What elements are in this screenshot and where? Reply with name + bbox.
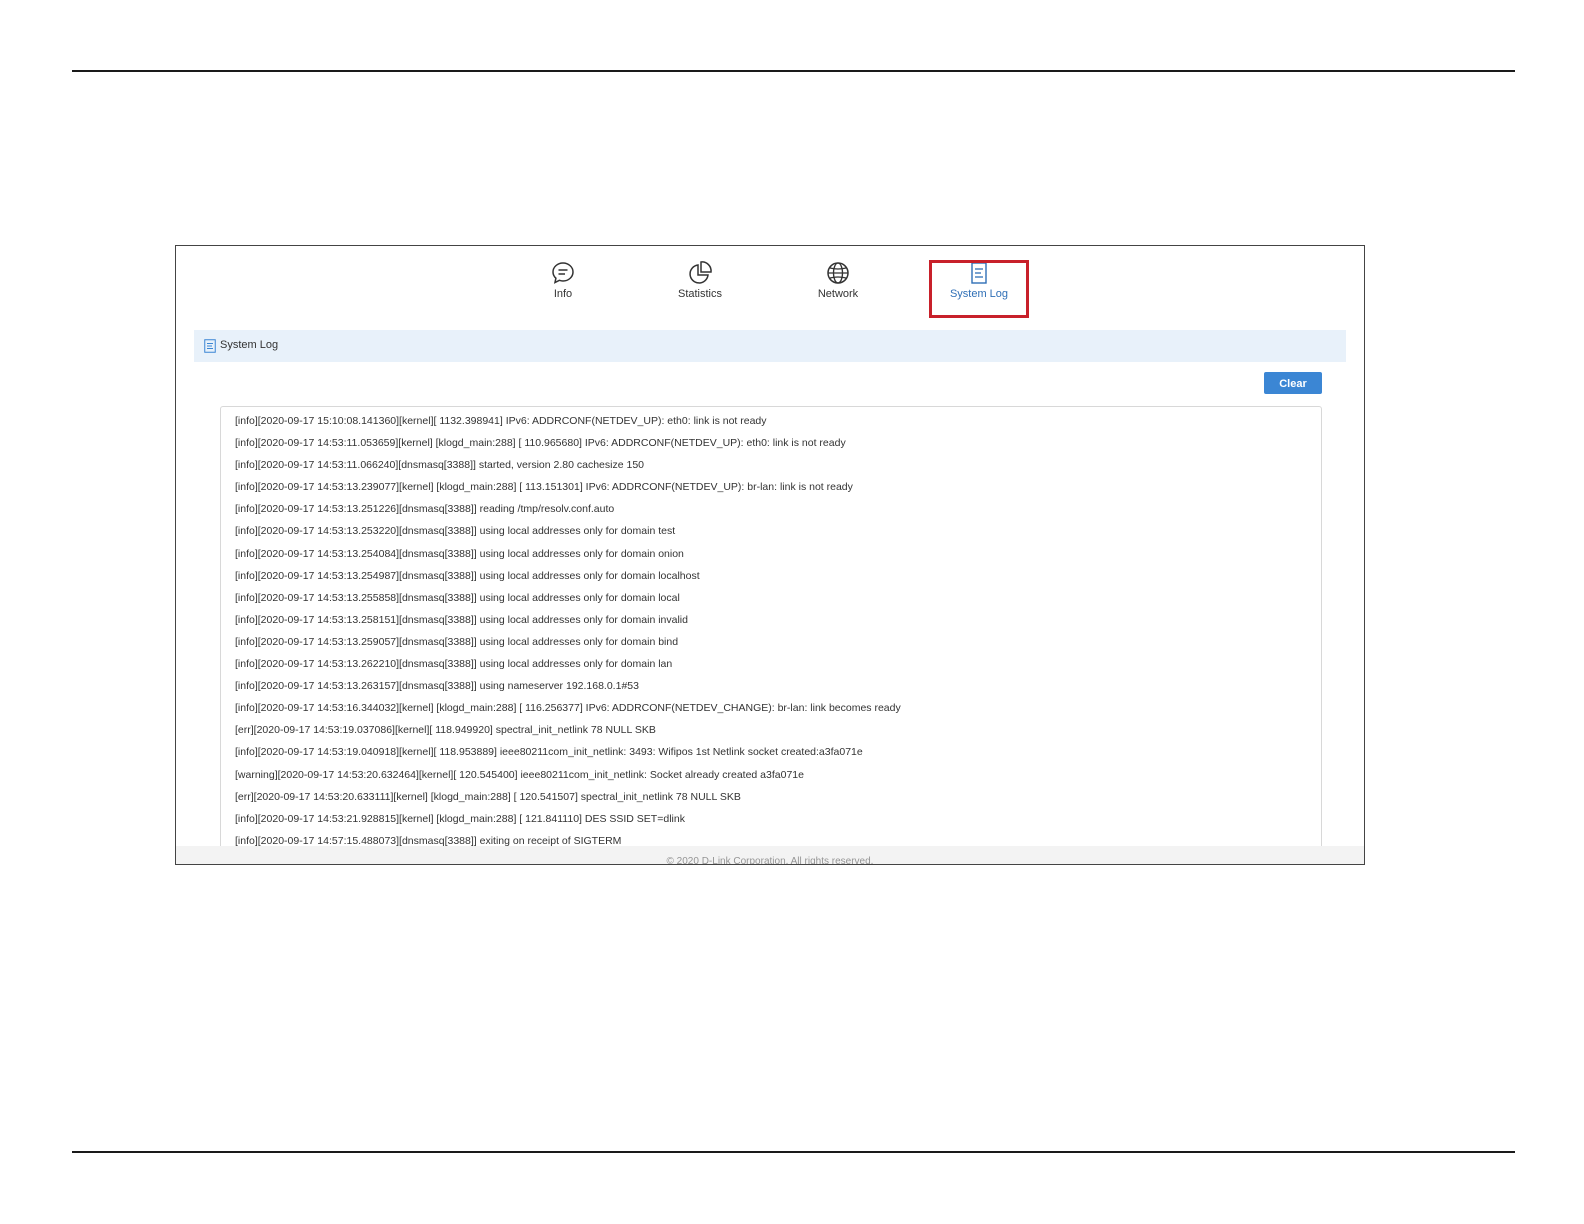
tab-statistics[interactable]: Statistics: [650, 260, 750, 320]
tab-bar: Info Statistics Network System Log: [176, 246, 1364, 324]
clear-button[interactable]: Clear: [1264, 372, 1322, 394]
globe-icon: [827, 262, 849, 284]
log-line: [info][2020-09-17 14:53:13.259057][dnsma…: [235, 635, 679, 648]
chat-bubble-icon: [552, 262, 574, 284]
log-line: [info][2020-09-17 14:53:16.344032][kerne…: [235, 702, 901, 715]
tab-info-label: Info: [553, 288, 573, 300]
section-header: System Log: [194, 330, 1346, 362]
document-icon: [204, 339, 216, 353]
tab-network-label: Network: [817, 288, 859, 300]
log-line: [info][2020-09-17 14:53:13.263157][dnsma…: [235, 680, 639, 693]
log-line: [info][2020-09-17 14:53:19.040918][kerne…: [235, 746, 863, 759]
footer: © 2020 D-Link Corporation. All rights re…: [176, 846, 1364, 865]
log-line: [info][2020-09-17 14:53:13.239077][kerne…: [235, 481, 853, 494]
log-line: [info][2020-09-17 14:53:13.253220][dnsma…: [235, 525, 676, 538]
log-line: [warning][2020-09-17 14:53:20.632464][ke…: [235, 768, 804, 781]
log-line: [err][2020-09-17 14:53:20.633111][kernel…: [235, 790, 741, 803]
active-tab-highlight: [929, 260, 1029, 318]
log-line: [info][2020-09-17 14:53:13.254987][dnsma…: [235, 569, 700, 582]
log-line: [info][2020-09-17 14:53:13.258151][dnsma…: [235, 613, 688, 626]
pie-chart-icon: [689, 261, 712, 284]
log-line: [info][2020-09-17 15:10:08.141360][kerne…: [235, 415, 767, 427]
log-line: [info][2020-09-17 14:53:13.251226][dnsma…: [235, 503, 615, 516]
tab-network[interactable]: Network: [788, 260, 888, 320]
section-title: System Log: [220, 339, 279, 351]
log-line: [info][2020-09-17 14:53:13.254084][dnsma…: [235, 547, 684, 560]
tab-statistics-label: Statistics: [677, 288, 722, 300]
footer-copyright: © 2020 D-Link Corporation. All rights re…: [666, 856, 874, 865]
log-line: [err][2020-09-17 14:53:19.037086][kernel…: [235, 724, 656, 737]
bottom-rule: [72, 1151, 1515, 1153]
page: Info Statistics Network System Log Syste…: [0, 0, 1584, 1224]
screenshot-frame: Info Statistics Network System Log Syste…: [175, 245, 1365, 865]
log-line: [info][2020-09-17 14:53:11.066240][dnsma…: [235, 459, 645, 472]
tab-info[interactable]: Info: [513, 260, 613, 320]
log-line: [info][2020-09-17 14:53:13.255858][dnsma…: [235, 591, 680, 604]
log-output[interactable]: [info][2020-09-17 15:10:08.141360][kerne…: [220, 406, 1322, 864]
top-rule: [72, 70, 1515, 72]
log-line: [info][2020-09-17 14:53:21.928815][kerne…: [235, 812, 685, 825]
log-line: [info][2020-09-17 14:53:13.262210][dnsma…: [235, 658, 673, 671]
log-line: [info][2020-09-17 14:53:11.053659][kerne…: [235, 437, 846, 450]
